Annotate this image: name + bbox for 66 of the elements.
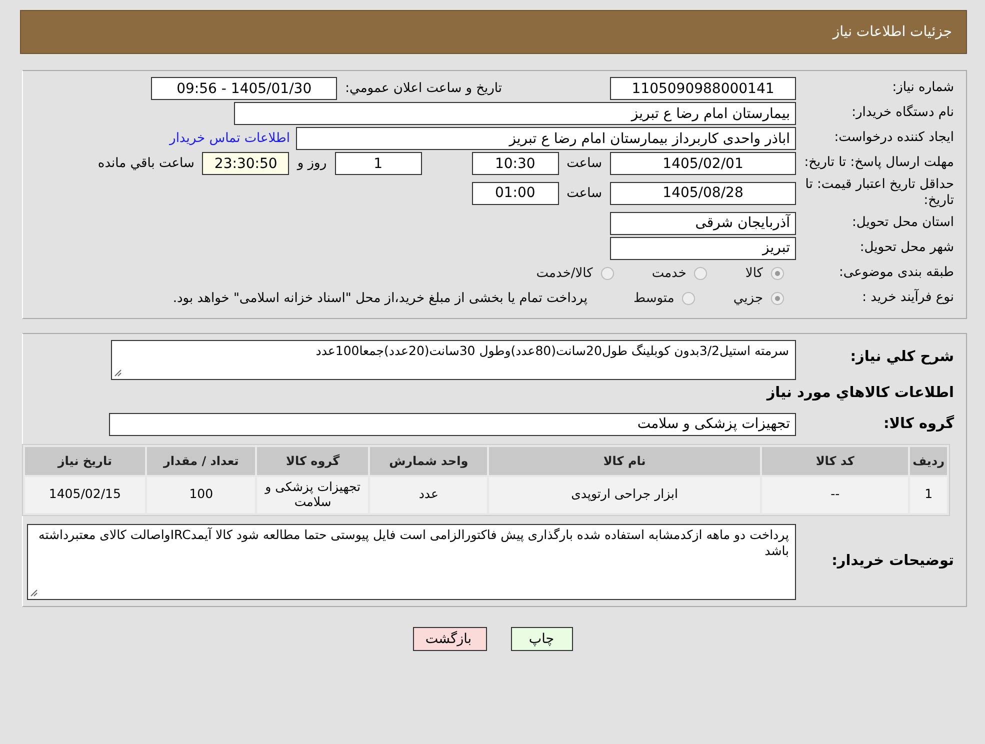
input-field[interactable]: 1405/01/30 - 09:56 [151, 77, 338, 100]
field-label: شرح کلي نياز: [849, 348, 955, 366]
field-label: طبقه بندی موضوعی: [838, 264, 955, 282]
field-label: ساعت [566, 186, 602, 201]
text-area-value: پرداخت دو ماهه ازکدمشابه استفاده شده بارگذاری پیش فاکتورالزامی است فایل پیوستی حتما مطالعه شود کالا آیمدIRCواصالت کالای معتبرداشته باشد [38, 526, 789, 558]
column-header: تاریخ نیاز [25, 446, 145, 474]
table-cell: تجهیزات پزشکی و سلامت [257, 476, 368, 512]
back-button[interactable]: بازگشت [412, 626, 486, 650]
column-header: ردیف [910, 446, 947, 474]
input-field[interactable]: تجهیزات پزشکی و سلامت [109, 412, 796, 436]
radio-button[interactable] [600, 266, 614, 280]
radio-button[interactable] [771, 292, 784, 304]
radio-button[interactable] [694, 266, 708, 280]
radio-label: کالا [745, 266, 763, 280]
table-cell: ابزار جراحی ارتوپدی [489, 476, 760, 512]
section-heading: اطلاعات کالاهاي مورد نياز [766, 384, 955, 402]
field-label: توضیحات خریدار: [830, 552, 955, 571]
resize-grip-icon[interactable] [114, 368, 122, 376]
input-field[interactable]: 1105090988000141 [610, 77, 796, 100]
text-area-value: سرمته استیل3/2بدون کوبلینگ طول20سانت(80عدد)وطول 30سانت(20عدد)جمعا100عدد [316, 342, 789, 358]
radio-label: کالا/خدمت [536, 266, 593, 280]
resize-grip-icon[interactable] [30, 588, 38, 596]
input-field[interactable]: اباذر واحدی کاربرداز بیمارستان امام رضا ع تبریز [296, 127, 796, 150]
table-cell: -- [762, 476, 908, 512]
field-label: ساعت [566, 156, 602, 171]
radio-label: خدمت [652, 266, 686, 280]
input-field[interactable]: 10:30 [472, 152, 559, 175]
table-cell: 1405/02/15 [25, 476, 145, 512]
print-button[interactable]: چاپ [510, 626, 572, 650]
radio-label: متوسط [633, 290, 674, 306]
table-cell: 1 [910, 476, 947, 512]
input-field[interactable]: 1405/08/28 [610, 182, 796, 205]
field-label: روز و [297, 156, 327, 171]
input-field[interactable]: 1405/02/01 [610, 152, 796, 175]
field-label: مهلت ارسال پاسخ: تا تاریخ: [803, 155, 955, 172]
field-label: شماره نیاز: [891, 80, 955, 97]
contact-link[interactable]: اطلاعات تماس خریدار [170, 131, 290, 146]
column-header: کد کالا [762, 446, 908, 474]
text-area[interactable]: سرمته استیل3/2بدون کوبلینگ طول20سانت(80عدد)وطول 30سانت(20عدد)جمعا100عدد [111, 340, 796, 380]
table-cell: عدد [370, 476, 488, 512]
field-label: ایجاد کننده درخواست: [833, 130, 955, 147]
process-note: پرداخت تمام یا بخشی از مبلغ خرید،از محل "اسناد خزانه اسلامی" خواهد بود. [172, 290, 588, 306]
countdown-field: 23:30:50 [202, 152, 290, 175]
input-field[interactable]: تبریز [610, 236, 796, 260]
field-label: تاريخ و ساعت اعلان عمومي: [345, 81, 502, 96]
column-header: نام کالا [489, 446, 760, 474]
radio-label: جزيي [733, 290, 763, 306]
field-label: استان محل تحویل: [851, 214, 955, 232]
field-label: نام دستگاه خریدار: [850, 105, 955, 122]
column-header: تعداد / مقدار [146, 446, 256, 474]
page-title: جزئیات اطلاعات نیاز [832, 24, 952, 40]
field-label: شهر محل تحویل: [858, 240, 955, 256]
column-header: گروه کالا [257, 446, 368, 474]
table-cell: 100 [146, 476, 256, 512]
radio-button[interactable] [682, 292, 696, 304]
field-label: نوع فرآیند خرید : [861, 290, 955, 306]
field-label: ساعت باقي مانده [98, 156, 194, 171]
input-field[interactable]: آذربایجان شرقی [610, 212, 796, 234]
text-area[interactable]: پرداخت دو ماهه ازکدمشابه استفاده شده بارگذاری پیش فاکتورالزامی است فایل پیوستی حتما مطالعه شود کالا آیمدIRCواصالت کالای معتبرداشته باشد [27, 524, 796, 600]
field-label: حداقل تاریخ اعتبار قیمت: تا تاریخ: [804, 177, 955, 210]
input-field[interactable]: 1 [334, 152, 422, 175]
radio-button[interactable] [771, 266, 784, 280]
input-field[interactable]: بیمارستان امام رضا ع تبریز [234, 102, 796, 125]
input-field[interactable]: 01:00 [472, 182, 559, 205]
field-label: گروه کالا: [882, 414, 955, 434]
column-header: واحد شمارش [370, 446, 488, 474]
